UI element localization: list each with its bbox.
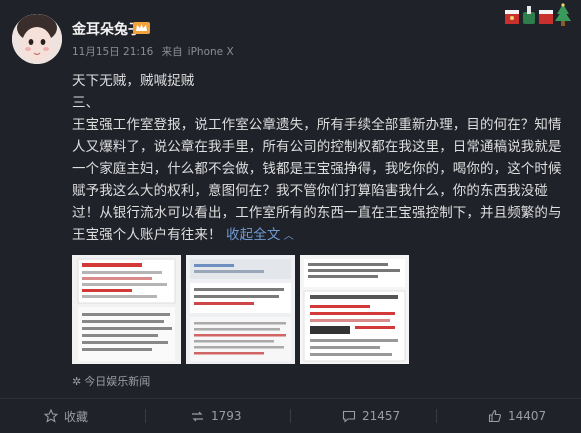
repost-count: 1793 [211,409,242,423]
image-thumbnail-1[interactable] [72,255,181,364]
thumbs-up-icon [488,409,501,423]
like-count: 14407 [508,409,547,423]
post-meta: 11月15日 21:16 来自 iPhone X [72,44,239,59]
source-prefix: 来自 [161,46,183,58]
like-button[interactable]: 14407 [488,399,546,433]
favorite-label: 收藏 [64,409,89,424]
image-thumbnail-2[interactable] [186,255,295,364]
content-body: 王宝强工作室登报，说工作室公章遗失，所有手续全部重新办理，目的何在？知情人又爆料… [72,114,570,248]
avatar-image [12,14,62,64]
document-image-3 [300,255,409,364]
document-image-1 [72,255,181,364]
document-image-2 [186,255,295,364]
favorite-button[interactable]: 收藏 [44,399,88,433]
username[interactable]: 金耳朵兔子 [72,19,142,39]
repost-button[interactable]: 1793 [190,399,242,433]
post-source[interactable]: ✲ 今日娱乐新闻 [72,373,150,389]
repost-icon [192,411,203,421]
content-body-text: 王宝强工作室登报，说工作室公章遗失，所有手续全部重新办理，目的何在？知情人又爆料… [72,117,562,243]
action-divider [145,409,146,423]
action-bar: 收藏 1793 21457 14407 [0,398,581,433]
vip-crown-icon[interactable] [133,20,150,35]
post-content: 天下无贼，贼喊捉贼 三、 王宝强工作室登报，说工作室公章遗失，所有手续全部重新办… [72,70,570,248]
chevron-up-icon: ︿ [280,231,294,242]
source-name: 今日娱乐新闻 [84,375,151,388]
festive-decoration-icon [505,3,571,26]
collapse-label: 收起全文 [226,227,281,243]
weibo-post: 金耳朵兔子 11月15日 21:16 来自 iPhone X 天下无贼，贼喊捉贼 … [0,0,581,432]
action-divider [290,409,291,423]
action-divider [436,409,437,423]
comment-button[interactable]: 21457 [342,399,400,433]
image-thumbnail-3[interactable] [300,255,409,364]
star-icon [44,409,58,423]
avatar[interactable] [12,14,62,64]
content-line-1: 天下无贼，贼喊捉贼 [72,73,195,89]
collapse-full-text-link[interactable]: 收起全文 ︿ [226,227,294,243]
device-name: iPhone X [187,46,234,58]
comment-icon [342,410,356,423]
comment-count: 21457 [362,409,401,423]
post-time[interactable]: 11月15日 21:16 [72,46,153,58]
source-flower-icon: ✲ [72,375,82,388]
content-line-2: 三、 [72,95,100,111]
